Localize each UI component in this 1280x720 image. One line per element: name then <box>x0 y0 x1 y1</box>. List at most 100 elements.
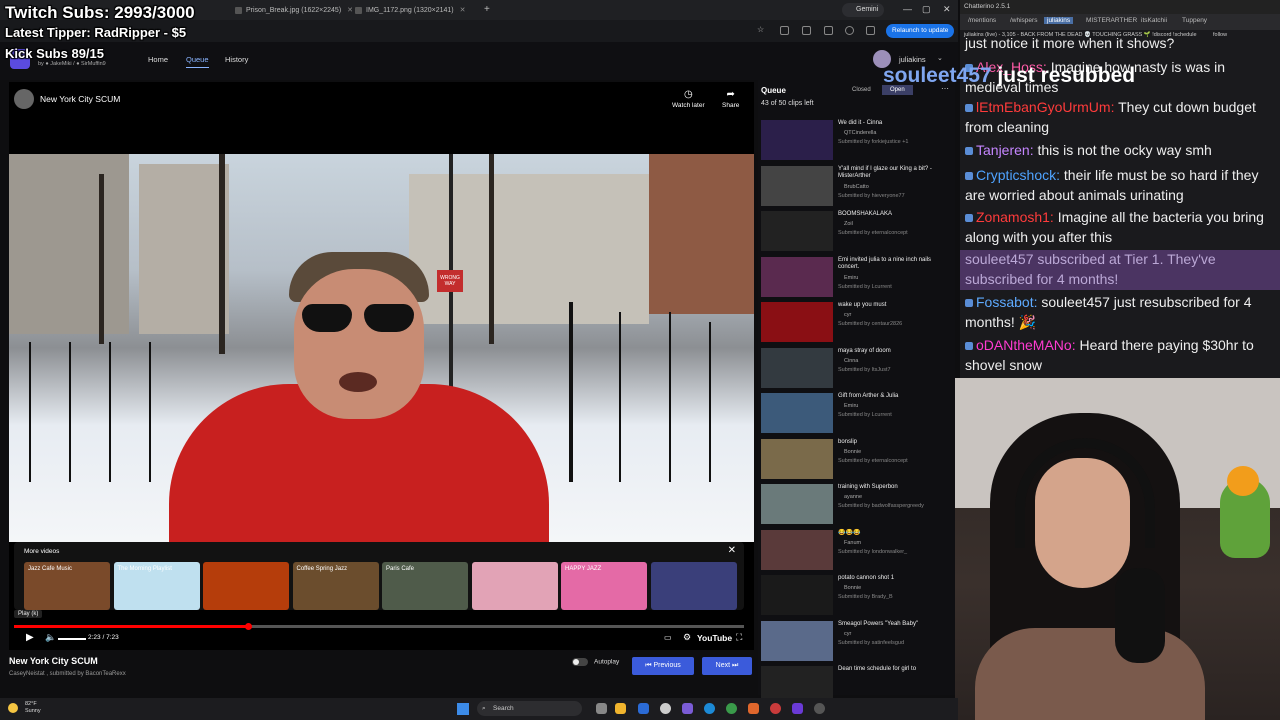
more-video-thumbnail[interactable]: HAPPY JAZZ <box>561 562 647 610</box>
share-button[interactable]: ➦ Share <box>722 90 739 110</box>
taskbar-search[interactable]: ⌕ Search <box>477 701 582 716</box>
app-icon[interactable] <box>638 703 649 714</box>
close-icon[interactable]: ✕ <box>460 7 466 14</box>
watch-later-button[interactable]: ◷ Watch later <box>672 90 705 110</box>
queue-thumbnail[interactable] <box>761 438 833 479</box>
toggle-switch[interactable] <box>572 658 588 666</box>
queue-item[interactable]: training with Superbon ayanne Submitted by… <box>761 484 951 526</box>
sun-icon[interactable] <box>8 703 18 713</box>
nav-history[interactable]: History <box>225 55 248 64</box>
chat-tab[interactable]: /mentions <box>968 17 996 24</box>
chat-username[interactable]: Fossabot: <box>976 294 1037 310</box>
queue-thumbnail[interactable] <box>761 529 833 570</box>
queue-thumbnail[interactable] <box>761 120 833 160</box>
autoplay-toggle[interactable]: Autoplay <box>572 658 619 666</box>
queue-item[interactable]: wake up you must cyr Submitted by centaur2… <box>761 302 951 344</box>
chat-username[interactable]: lEtmEbanGyoUrmUm: <box>976 99 1114 115</box>
weather-widget[interactable]: 82°F Sunny <box>25 701 41 715</box>
extension-icon[interactable] <box>866 26 875 35</box>
captions-icon[interactable]: ▭ <box>664 633 672 642</box>
fullscreen-icon[interactable]: ⛶ <box>736 632 742 643</box>
browser-tab[interactable]: IMG_1172.png (1320×2141) ✕ <box>352 3 466 18</box>
app-icon[interactable] <box>660 703 671 714</box>
chat-tab-active[interactable]: juliakins <box>1044 17 1074 24</box>
more-video-thumbnail[interactable]: Coffee Spring Jazz <box>292 562 379 610</box>
close-window-icon[interactable]: ✕ <box>943 4 951 15</box>
more-video-thumbnail[interactable]: Paris Cafe <box>382 562 468 610</box>
queue-thumbnail[interactable] <box>761 165 833 206</box>
video-player[interactable]: New York City SCUM ◷ Watch later ➦ Share W… <box>9 82 754 650</box>
edge-icon[interactable] <box>704 703 715 714</box>
queue-item[interactable]: Emi invited julia to a nine inch nails c… <box>761 256 951 299</box>
volume-icon[interactable]: 🔈 <box>45 632 56 643</box>
app-icon[interactable] <box>770 703 781 714</box>
nav-queue[interactable]: Queue <box>186 55 209 68</box>
queue-item[interactable]: Y'all mind if I glaze our King a bit? - … <box>761 165 951 208</box>
chat-tab[interactable]: /whispers <box>1010 17 1037 24</box>
queue-item[interactable]: 😂😂😂 Fanum Submitted by londonwalker_ <box>761 529 951 572</box>
queue-thumbnail[interactable] <box>761 393 833 433</box>
queue-thumbnail[interactable] <box>761 256 833 297</box>
queue-tab-closed[interactable]: Closed <box>844 85 879 95</box>
user-name[interactable]: juliakins <box>899 55 926 64</box>
star-icon[interactable]: ☆ <box>757 25 766 34</box>
more-video-thumbnail[interactable] <box>203 562 289 610</box>
queue-thumbnail[interactable] <box>761 302 833 342</box>
close-icon[interactable]: ✕ <box>728 545 736 556</box>
file-explorer-icon[interactable] <box>615 703 626 714</box>
obs-icon[interactable] <box>814 703 825 714</box>
extension-icon[interactable] <box>824 26 833 35</box>
more-video-thumbnail[interactable]: The Morning Playlist <box>113 562 200 610</box>
queue-item[interactable]: bonslip Bonnie Submitted by eternalconcept <box>761 438 951 481</box>
app-icon[interactable] <box>748 703 759 714</box>
more-video-thumbnail[interactable] <box>471 562 558 610</box>
chrome-icon[interactable] <box>726 703 737 714</box>
queue-item[interactable]: Gift from Arther & Julia Emiru Submitted b… <box>761 393 951 435</box>
progress-bar[interactable] <box>14 623 744 630</box>
minimize-icon[interactable]: — <box>903 4 912 14</box>
new-tab-button[interactable]: + <box>478 3 490 18</box>
queue-item[interactable]: potato cannon shot 1 Bonnie Submitted by B… <box>761 575 951 617</box>
queue-thumbnail[interactable] <box>761 484 833 524</box>
profile-icon[interactable] <box>845 26 854 35</box>
queue-item[interactable]: maya stray of doom Cinna Submitted by ItsJ… <box>761 347 951 390</box>
youtube-logo[interactable]: YouTube <box>697 633 732 643</box>
video-title[interactable]: New York City SCUM <box>40 94 120 104</box>
chat-username[interactable]: oDANtheMANo: <box>976 337 1076 353</box>
queue-thumbnail[interactable] <box>761 347 833 388</box>
gemini-button[interactable]: Gemini <box>842 3 885 17</box>
next-button[interactable]: Next ⏭ <box>702 657 752 675</box>
queue-thumbnail[interactable] <box>761 211 833 251</box>
previous-button[interactable]: ⏮ Previous <box>632 657 694 675</box>
queue-thumbnail[interactable] <box>761 575 833 615</box>
maximize-icon[interactable]: ▢ <box>922 4 931 15</box>
chat-username[interactable]: Crypticshock: <box>976 167 1060 183</box>
chevron-down-icon[interactable]: ⌄ <box>937 54 943 62</box>
chat-tab[interactable]: MISTERARTHER <box>1086 17 1137 24</box>
volume-slider[interactable] <box>58 638 86 640</box>
queue-item[interactable]: We did it - Cinna QTCinderella Submitted b… <box>761 120 951 162</box>
chat-tabs: /mentions /whispers juliakins MISTERARTH… <box>960 14 1280 30</box>
chat-username[interactable]: Tanjeren: <box>976 142 1034 158</box>
app-icon[interactable] <box>792 703 803 714</box>
chat-tab[interactable]: itsKatchii <box>1141 17 1167 24</box>
more-video-thumbnail[interactable]: Jazz Cafe Music <box>24 562 110 610</box>
chat-tab[interactable]: Tuppeny <box>1182 17 1207 24</box>
task-view-icon[interactable] <box>596 703 607 714</box>
relaunch-button[interactable]: Relaunch to update <box>886 24 955 38</box>
extension-icon[interactable] <box>780 26 789 35</box>
discord-icon[interactable] <box>682 703 693 714</box>
channel-avatar[interactable] <box>14 89 34 109</box>
nav-home[interactable]: Home <box>148 55 168 64</box>
queue-thumbnail[interactable] <box>761 620 833 661</box>
extension-icon[interactable] <box>802 26 811 35</box>
play-icon[interactable]: ▶ <box>26 632 34 643</box>
queue-item[interactable]: BOOMSHAKALAKA Zoil Submitted by eternalcon… <box>761 211 951 253</box>
gear-icon[interactable]: ⚙ <box>683 632 691 643</box>
more-video-thumbnail[interactable] <box>650 562 737 610</box>
windows-start-icon[interactable] <box>457 703 469 715</box>
progress-knob[interactable] <box>244 623 252 630</box>
queue-item[interactable]: Smeagol Powers "Yeah Baby" cyr Submitted b… <box>761 620 951 663</box>
chat-username[interactable]: Zonamosh1: <box>976 209 1054 225</box>
browser-tab[interactable]: Prison_Break.jpg (1622×2245) ✕ <box>232 3 353 18</box>
